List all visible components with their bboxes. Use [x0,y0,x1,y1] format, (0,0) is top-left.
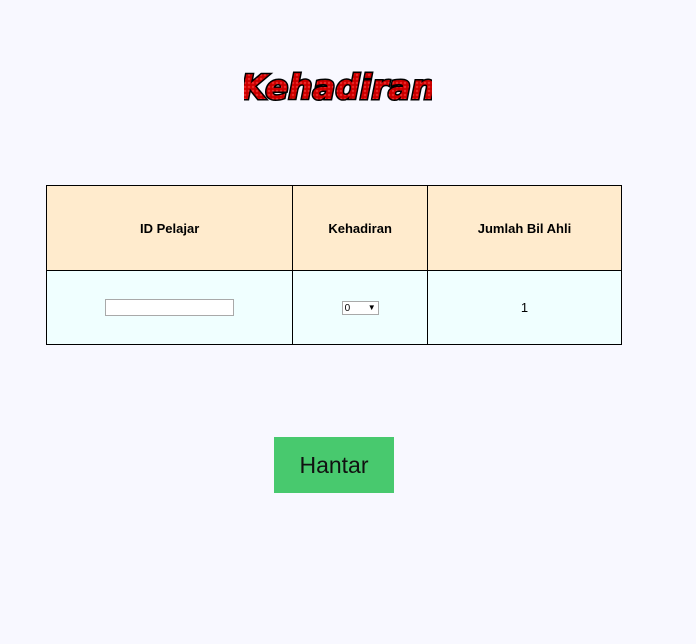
title-logo-text: Kehadiran [244,68,432,108]
table-header-row: ID Pelajar Kehadiran Jumlah Bil Ahli [45,185,623,271]
kehadiran-select[interactable]: 0 ▼ [341,301,379,316]
id-pelajar-input[interactable] [105,299,235,317]
attendance-table: ID Pelajar Kehadiran Jumlah Bil Ahli 0 ▼… [45,185,623,345]
column-header-id-pelajar: ID Pelajar [45,185,294,271]
cell-kehadiran: 0 ▼ [292,270,428,345]
column-header-jumlah-bil-ahli: Jumlah Bil Ahli [426,185,623,271]
attendance-page: Kehadiran ID Pelajar Kehadiran Jumlah Bi… [0,0,696,644]
column-header-kehadiran: Kehadiran [292,185,428,271]
table-row: 0 ▼ 1 [45,270,623,345]
hantar-button[interactable]: Hantar [274,437,394,493]
cell-jumlah-bil-ahli: 1 [426,270,623,345]
title-logo-graphic: Kehadiran [244,67,432,110]
cell-id-pelajar [45,270,294,345]
dropdown-caret-icon: ▼ [367,303,376,313]
kehadiran-select-value: 0 [344,302,351,314]
kehadiran-title-logo: Kehadiran [244,62,432,110]
